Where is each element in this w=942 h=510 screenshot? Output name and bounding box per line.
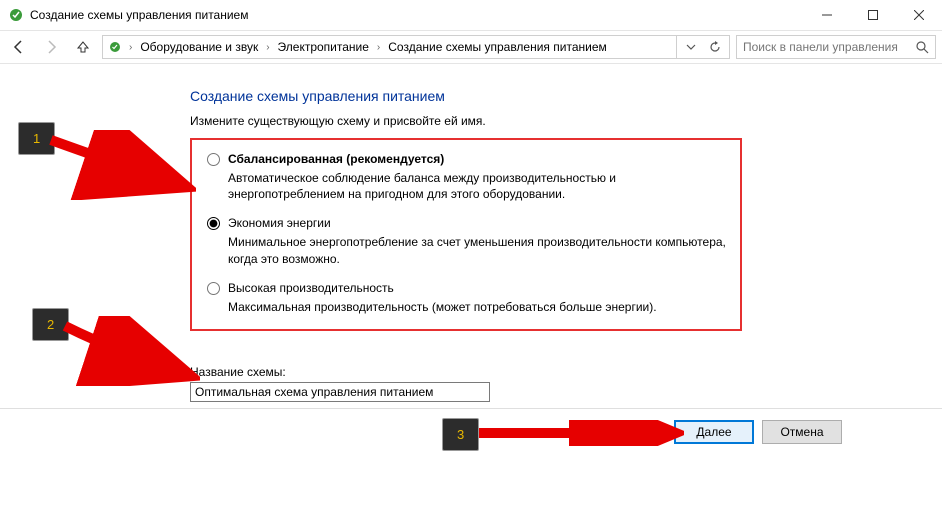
annotation-badge-1: 1 [18, 122, 55, 155]
chevron-right-icon: › [373, 42, 384, 53]
breadcrumb[interactable]: › Оборудование и звук › Электропитание ›… [102, 35, 730, 59]
chevron-right-icon: › [125, 42, 136, 53]
breadcrumb-item[interactable]: Электропитание [276, 40, 371, 54]
cancel-button[interactable]: Отмена [762, 420, 842, 444]
footer-buttons: Далее Отмена [674, 420, 842, 444]
breadcrumb-item[interactable]: Оборудование и звук [138, 40, 260, 54]
breadcrumb-item[interactable]: Создание схемы управления питанием [386, 40, 608, 54]
annotation-badge-2: 2 [32, 308, 69, 341]
radio-balanced[interactable] [207, 153, 220, 166]
plan-description: Максимальная производительность (может п… [228, 299, 657, 315]
plan-option-highperf[interactable]: Высокая производительность Максимальная … [202, 281, 726, 315]
radio-highperf[interactable] [207, 282, 220, 295]
chevron-right-icon: › [262, 42, 273, 53]
plan-options-box: Сбалансированная (рекомендуется) Автомат… [190, 138, 742, 331]
page-title: Создание схемы управления питанием [190, 88, 740, 104]
annotation-arrow-3 [474, 420, 684, 446]
plan-option-balanced[interactable]: Сбалансированная (рекомендуется) Автомат… [202, 152, 726, 202]
maximize-button[interactable] [850, 0, 896, 30]
plan-name-label: Название схемы: [190, 365, 740, 379]
search-input[interactable] [741, 39, 913, 55]
back-button[interactable] [6, 34, 32, 60]
plan-name: Экономия энергии [228, 216, 726, 230]
search-box[interactable] [736, 35, 936, 59]
plan-name: Высокая производительность [228, 281, 657, 295]
window-title: Создание схемы управления питанием [30, 8, 248, 22]
plan-description: Автоматическое соблюдение баланса между … [228, 170, 726, 202]
plan-option-powersaver[interactable]: Экономия энергии Минимальное энергопотре… [202, 216, 726, 266]
titlebar: Создание схемы управления питанием [0, 0, 942, 30]
navbar: › Оборудование и звук › Электропитание ›… [0, 30, 942, 64]
radio-powersaver[interactable] [207, 217, 220, 230]
breadcrumb-dropdown-button[interactable] [681, 37, 701, 57]
window-controls [804, 0, 942, 30]
search-icon[interactable] [913, 41, 931, 54]
plan-name: Сбалансированная (рекомендуется) [228, 152, 726, 166]
page-subtitle: Измените существующую схему и присвойте … [190, 114, 740, 128]
content-area: Создание схемы управления питанием Измен… [0, 64, 740, 402]
next-button[interactable]: Далее [674, 420, 754, 444]
up-button[interactable] [70, 34, 96, 60]
close-button[interactable] [896, 0, 942, 30]
annotation-badge-3: 3 [442, 418, 479, 451]
minimize-button[interactable] [804, 0, 850, 30]
app-icon [8, 7, 24, 23]
plan-name-section: Название схемы: [190, 365, 740, 402]
plan-name-input[interactable] [190, 382, 490, 402]
refresh-button[interactable] [705, 37, 725, 57]
breadcrumb-icon [107, 39, 123, 55]
forward-button[interactable] [38, 34, 64, 60]
footer-separator [0, 408, 942, 409]
plan-description: Минимальное энергопотребление за счет ум… [228, 234, 726, 266]
